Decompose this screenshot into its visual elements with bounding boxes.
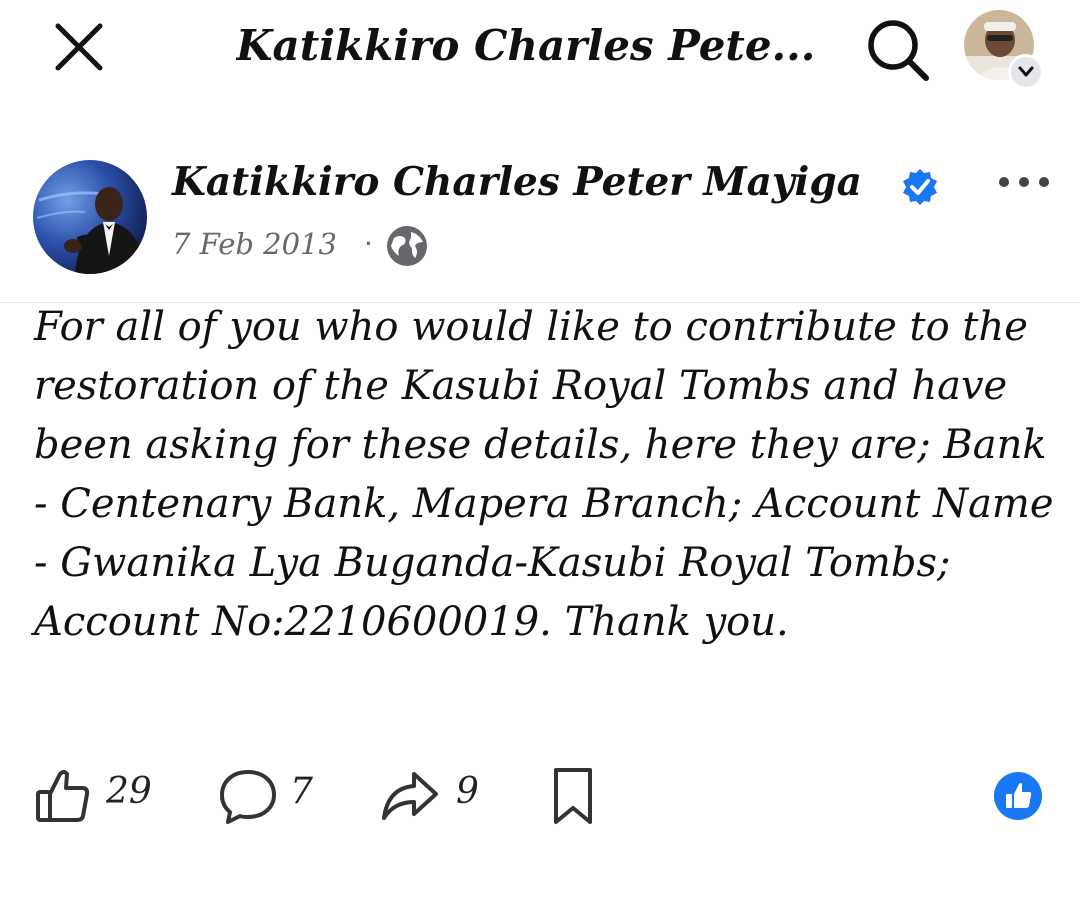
search-icon (868, 20, 929, 81)
like-button[interactable]: 29 (34, 760, 164, 830)
author-name[interactable]: Katikkiro Charles Peter Mayiga (172, 154, 862, 210)
like-count: 29 (106, 771, 152, 812)
close-button[interactable] (50, 18, 108, 76)
share-button[interactable]: 9 (380, 760, 490, 830)
post-text: For all of you who would like to contrib… (34, 304, 1054, 645)
more-options-button[interactable] (996, 168, 1052, 196)
chevron-down-icon (1008, 54, 1044, 90)
bookmark-icon (554, 768, 592, 824)
save-button[interactable] (550, 760, 600, 830)
share-count: 9 (456, 771, 479, 812)
author-avatar[interactable] (33, 160, 147, 274)
profile-menu-button[interactable] (964, 10, 1044, 90)
comment-icon (220, 770, 276, 824)
like-reaction-icon[interactable] (994, 772, 1042, 820)
globe-icon (385, 224, 429, 268)
page-title: Katikkiro Charles Pete... (236, 21, 816, 70)
more-icon (999, 177, 1049, 187)
post-actions-bar: 29 7 9 (0, 760, 1080, 830)
separator-dot: · (364, 227, 373, 260)
close-icon (55, 23, 103, 71)
search-button[interactable] (862, 14, 934, 86)
comment-button[interactable]: 7 (218, 760, 328, 830)
thumbs-up-icon (36, 770, 90, 822)
top-bar: Katikkiro Charles Pete... (0, 0, 1080, 100)
post-timestamp[interactable]: 7 Feb 2013 (172, 224, 337, 264)
post-header: Katikkiro Charles Peter Mayiga 7 Feb 201… (0, 140, 1080, 290)
share-icon (382, 772, 438, 820)
verified-badge-icon (900, 167, 940, 207)
comment-count: 7 (290, 771, 313, 812)
